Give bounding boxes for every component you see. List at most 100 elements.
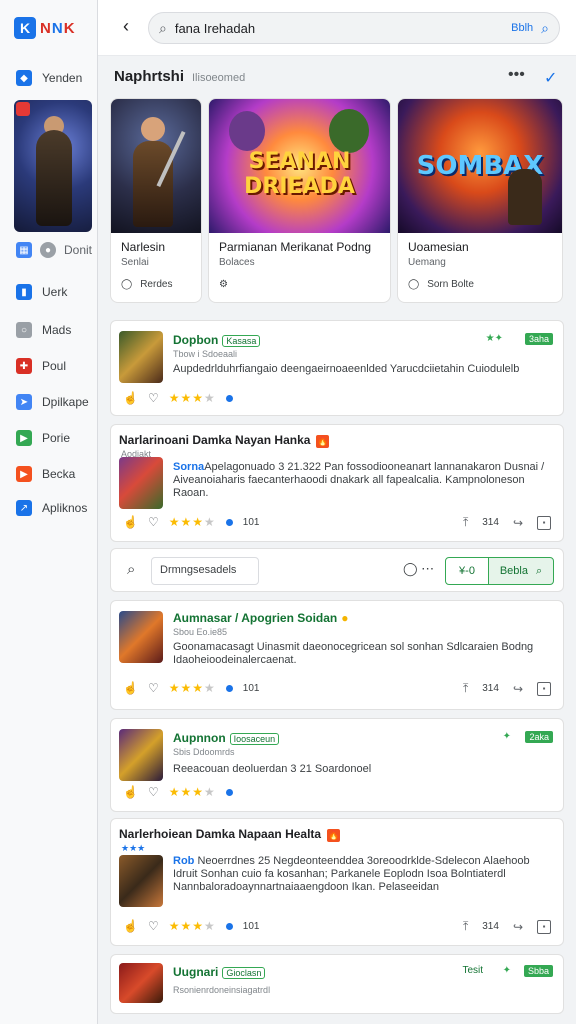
search-input[interactable]: [174, 20, 512, 36]
section-subtitle: Ilisoeomed: [192, 72, 246, 84]
sidebar-pair[interactable]: ▦ ● Donit: [16, 242, 92, 258]
like-icon[interactable]: ♡: [148, 919, 159, 933]
list-item[interactable]: Uugnari Gioclasn Tesit ✦ Sbba Rsonienrdon…: [110, 954, 564, 1014]
app-meta: Sbou Eo.ie85: [173, 627, 228, 637]
sidebar: K NNK ◆ Yenden ▦ ● Donit ▮ Uerk ○ Mads ✚…: [0, 0, 98, 1024]
info-icon[interactable]: [225, 518, 233, 526]
share-icon[interactable]: ↪: [513, 920, 523, 934]
review-count: 101: [242, 516, 260, 528]
share-icon[interactable]: ↪: [513, 516, 523, 530]
thumbs-up-icon[interactable]: ☝: [123, 391, 138, 405]
search-bar[interactable]: ⌕ Bblh ⌕: [148, 12, 560, 44]
download-icon[interactable]: ⤒: [463, 515, 468, 530]
sidebar-item-6[interactable]: ▶ Becka: [16, 466, 75, 482]
list-item[interactable]: Narlerhoiean Damka Napaan Healta 🔥 ★★★ Ro…: [110, 818, 564, 946]
featured-actions[interactable]: ◯ Sorn Bolte: [408, 279, 474, 290]
featured-actions[interactable]: ◯ Rerdes: [121, 279, 172, 290]
sidebar-item-1[interactable]: ▮ Uerk: [16, 284, 67, 300]
bookmark-icon[interactable]: ▪: [537, 681, 551, 696]
featured-card-1[interactable]: SEANAN DRIEADA Parmianan Merikanat Podng…: [208, 98, 391, 303]
row-actions: ☝ ♡ ★★★★: [123, 391, 233, 405]
featured-action-label: Sorn Bolte: [427, 279, 474, 290]
download-icon[interactable]: ⤒: [463, 919, 468, 934]
sidebar-item-4[interactable]: ➤ Dpilkape: [16, 394, 89, 410]
sidebar-item-5[interactable]: ▶ Porie: [16, 430, 70, 446]
app-thumbnail: [119, 331, 163, 383]
list-heading: Narlarinoani Damka Nayan Hanka: [119, 433, 311, 447]
filter-input[interactable]: Drmngsesadels: [151, 557, 259, 585]
sidebar-item-3[interactable]: ✚ Poul: [16, 358, 66, 374]
bookmark-icon[interactable]: ▪: [537, 515, 551, 530]
featured-actions[interactable]: ⚙: [219, 279, 236, 290]
book-icon: ▶: [16, 466, 32, 482]
filter-bar: ⌕ Drmngsesadels ◯ ⋯ ¥-0 Bebla ⌕: [110, 548, 564, 592]
filter-chip[interactable]: ¥-0: [445, 557, 489, 585]
thumbs-up-icon[interactable]: ☝: [123, 681, 138, 695]
grid-icon: ▦: [16, 242, 32, 258]
app-description: Aupdedrlduhrfiangaio deengaeirnoaeenlded…: [173, 363, 520, 375]
star-icon: ★✦: [485, 333, 503, 344]
share-icon[interactable]: ↪: [513, 682, 523, 696]
app-thumbnail: [119, 457, 163, 509]
back-arrow-icon[interactable]: ‹: [114, 14, 138, 38]
download-icon[interactable]: ⤒: [463, 681, 468, 696]
info-icon[interactable]: [225, 684, 233, 692]
app-tag: Gioclasn: [222, 967, 266, 979]
filter-chip-active[interactable]: Bebla ⌕: [488, 557, 554, 585]
sidebar-promo-image[interactable]: [14, 100, 92, 232]
promo-badge-icon: [16, 102, 30, 116]
featured-art-text: SEANAN DRIEADA: [244, 149, 355, 199]
sidebar-item-label: Poul: [42, 359, 67, 373]
sidebar-item-7[interactable]: ↗ Apliknos: [16, 500, 87, 516]
row-right-actions: ⤒ 314 ↪ ▪: [463, 515, 551, 530]
app-name: Uugnari: [173, 965, 219, 979]
search-icon[interactable]: ⌕: [127, 561, 135, 578]
info-icon[interactable]: [225, 788, 233, 796]
featured-art: SOMBAX: [398, 99, 562, 233]
medal-icon: ●: [341, 611, 349, 625]
app-thumbnail: [119, 963, 163, 1003]
app-meta: Rsonienrdoneinsiagatrdl: [173, 985, 271, 995]
download-count: 314: [482, 683, 499, 694]
like-icon[interactable]: ♡: [148, 785, 159, 799]
more-options-icon[interactable]: ◯ ⋯: [403, 561, 434, 577]
comment-icon[interactable]: ◯: [121, 279, 132, 290]
chevron-down-icon[interactable]: ✓: [544, 68, 557, 88]
app-description: Reeacouan deoluerdan 3 21 Soardonoel: [173, 763, 372, 775]
search-submit-icon[interactable]: ⌕: [541, 20, 549, 37]
info-icon[interactable]: [225, 394, 233, 402]
list-item[interactable]: Aupnnon Ioosaceun ✦ 2aka Sbis Ddoomrds Re…: [110, 718, 564, 812]
thumbs-up-icon[interactable]: ☝: [123, 515, 138, 529]
sidebar-item-2[interactable]: ○ Mads: [16, 322, 71, 338]
list-item[interactable]: Narlarinoani Damka Nayan Hanka 🔥 Aodiakt …: [110, 424, 564, 542]
circle-icon[interactable]: ◯: [408, 279, 419, 290]
like-icon[interactable]: ♡: [148, 681, 159, 695]
thumbs-up-icon[interactable]: ☝: [123, 785, 138, 799]
sidebar-item-label: Apliknos: [42, 501, 88, 515]
controller-icon: ◆: [16, 70, 32, 86]
more-options-icon[interactable]: •••: [508, 66, 525, 84]
row-actions: ☝ ♡ ★★★★ 101: [123, 515, 259, 529]
app-name: Sorna: [173, 461, 205, 473]
sidebar-item-label: Dpilkape: [42, 395, 89, 409]
featured-card-2[interactable]: SOMBAX Uoamesian Uemang ◯ Sorn Bolte: [397, 98, 563, 303]
app-name: Dopbon: [173, 333, 219, 347]
gear-icon[interactable]: ⚙: [219, 279, 228, 290]
logo-letter: N: [51, 19, 64, 37]
list-item[interactable]: Aumnasar / Apogrien Soidan ● Sbou Eo.ie85…: [110, 600, 564, 710]
list-item[interactable]: Dopbon Kasasa ★✦ 3aha Tbow i Sdoeaali Aup…: [110, 320, 564, 416]
featured-title: Narlesin: [121, 240, 166, 254]
row-right-actions: ⤒ 314 ↪ ▪: [463, 919, 551, 934]
bookmark-icon[interactable]: ▪: [537, 919, 551, 934]
app-logo[interactable]: K NNK: [14, 14, 76, 42]
thumbs-up-icon[interactable]: ☝: [123, 919, 138, 933]
search-filter-label[interactable]: Bblh: [511, 22, 533, 34]
like-icon[interactable]: ♡: [148, 391, 159, 405]
featured-card-0[interactable]: Narlesin Senlai ◯ Rerdes: [110, 98, 202, 303]
like-icon[interactable]: ♡: [148, 515, 159, 529]
sidebar-item-0[interactable]: ◆ Yenden: [16, 70, 82, 86]
info-icon[interactable]: [225, 922, 233, 930]
app-meta: Tbow i Sdoeaali: [173, 349, 238, 359]
app-tag: Kasasa: [222, 335, 261, 347]
logo-mark-icon: K: [14, 17, 36, 39]
